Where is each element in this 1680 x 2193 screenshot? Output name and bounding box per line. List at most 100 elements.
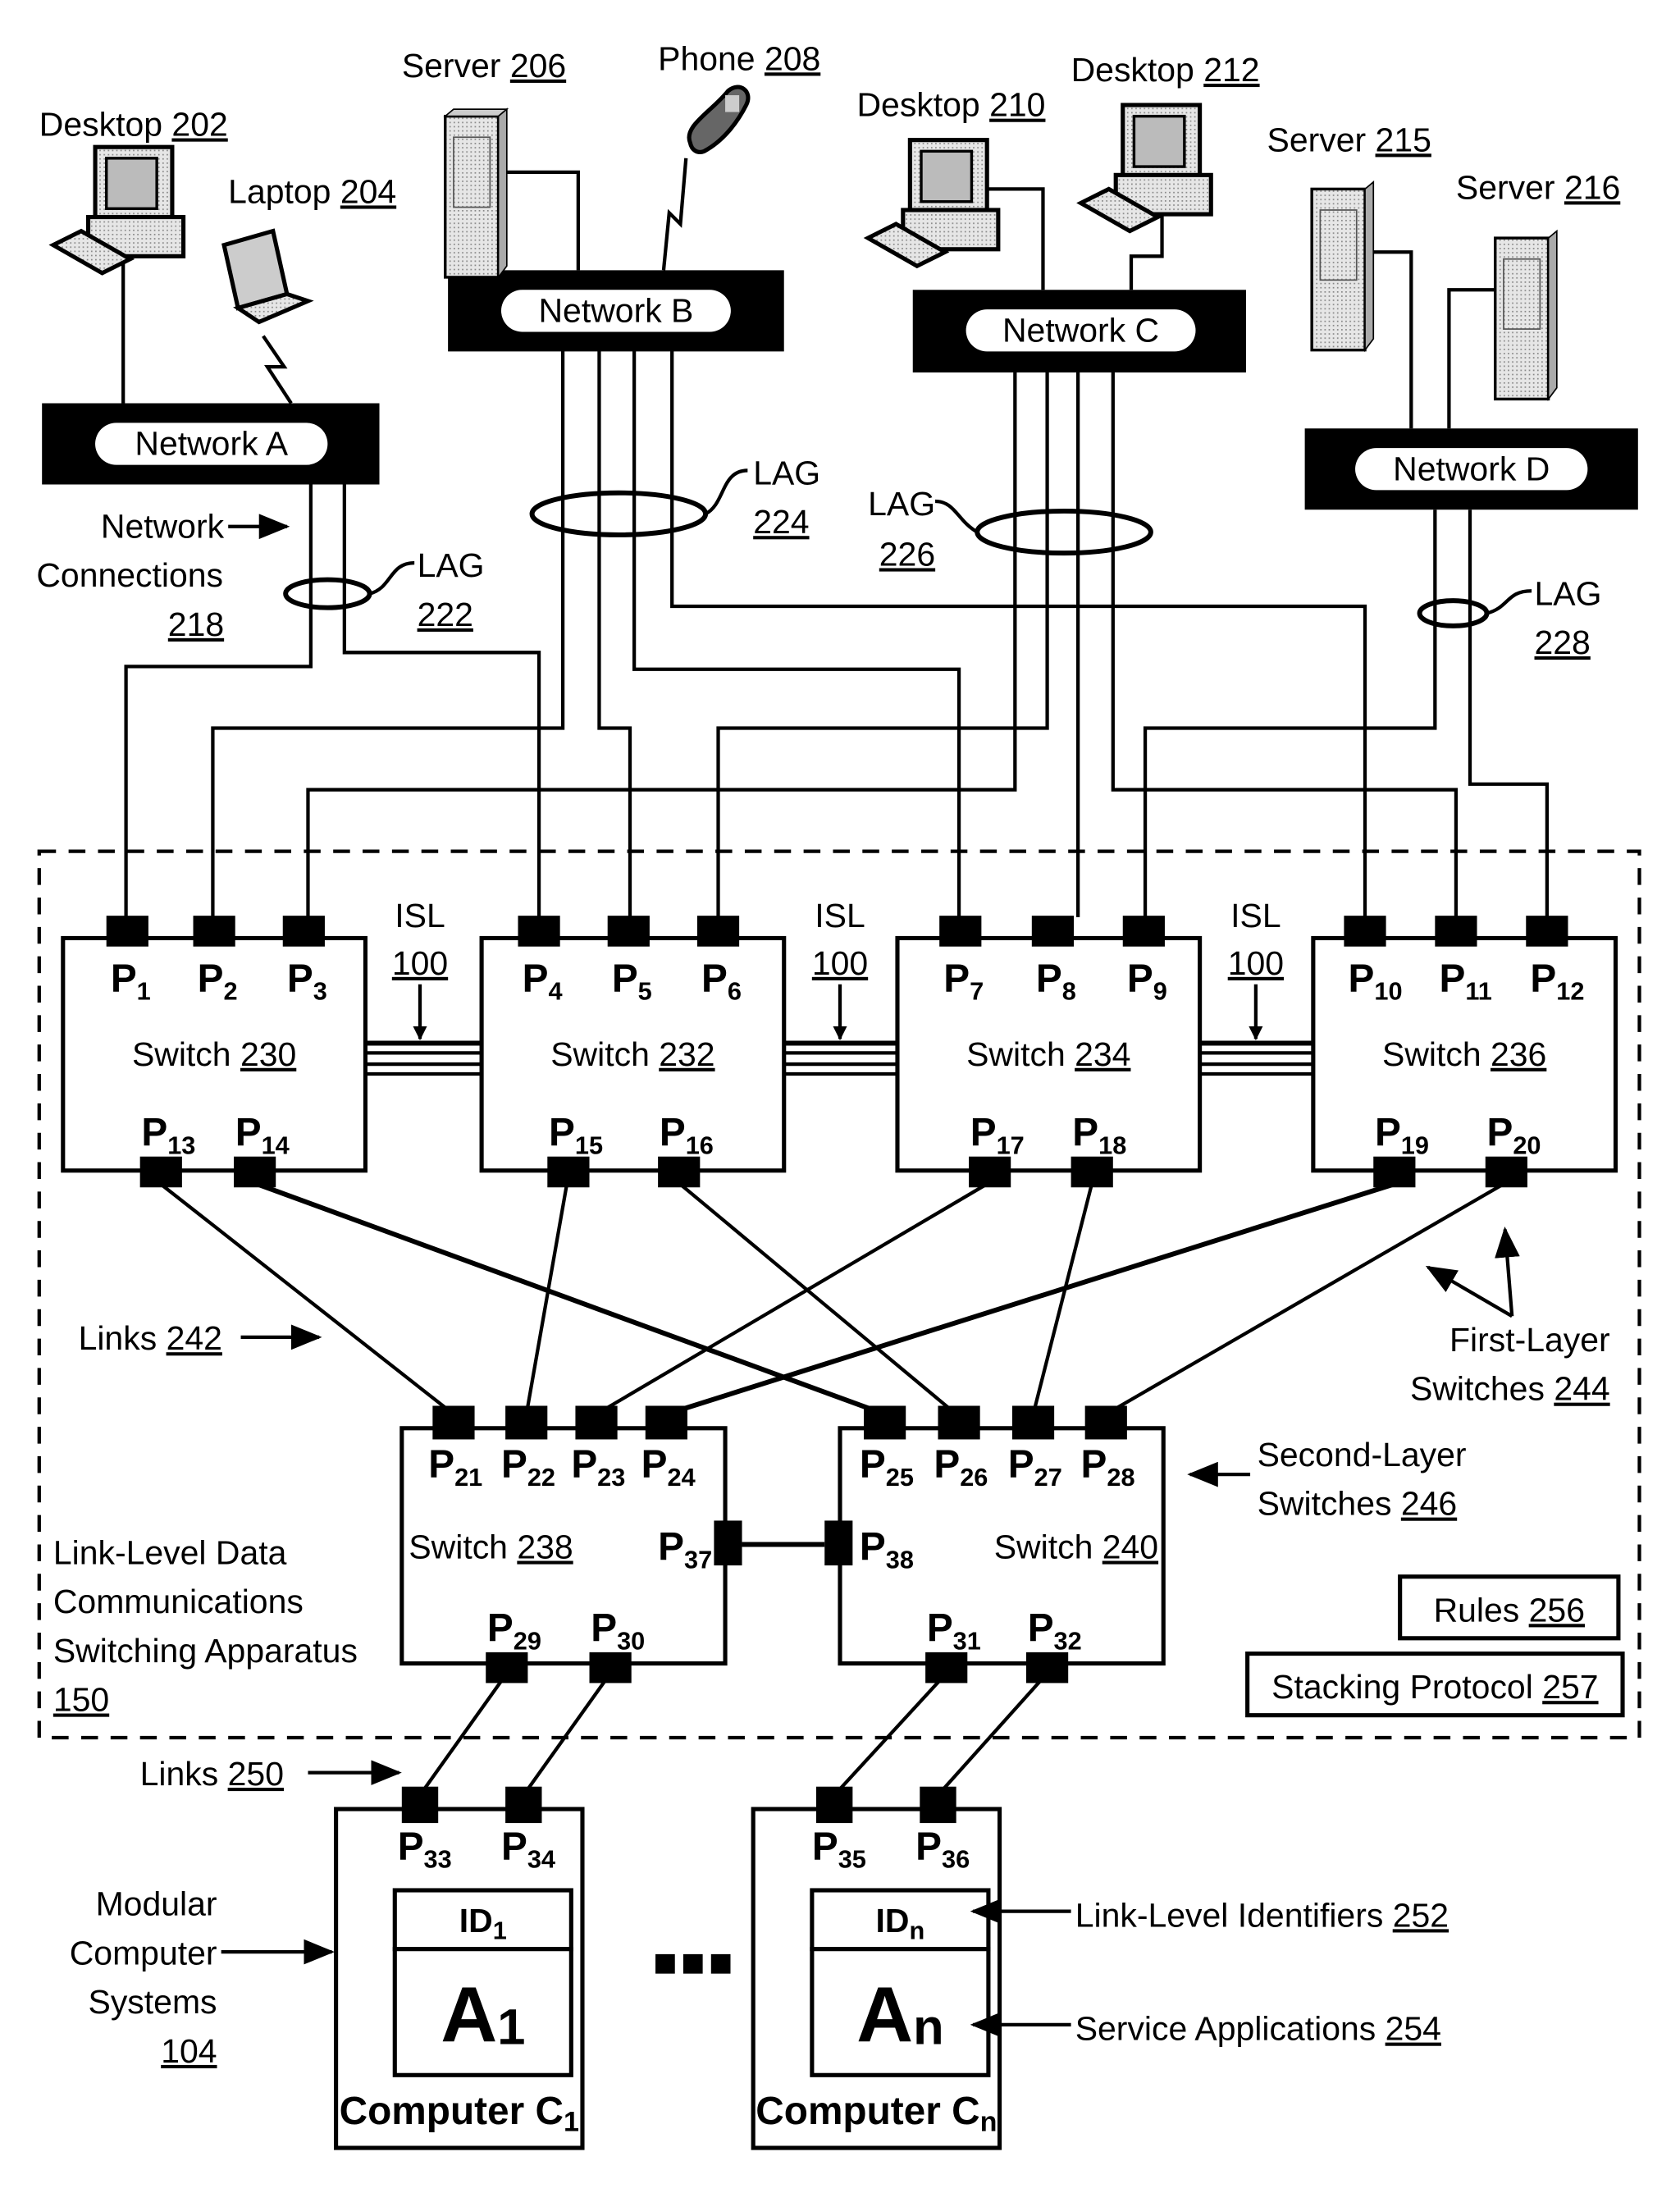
isl-ref: 100 <box>392 944 448 982</box>
device-labels: Desktop 202 Laptop 204 Server 206 Phone … <box>39 39 1621 210</box>
port-p2 <box>193 916 235 947</box>
port-p10 <box>1344 916 1386 947</box>
desktop-202-label: Desktop 202 <box>39 106 228 144</box>
port-p35 <box>815 1786 853 1824</box>
computer-name: Computer C1 <box>340 2090 579 2138</box>
switch-234-label: Switch 234 <box>966 1035 1130 1073</box>
lag-224-ref: 224 <box>753 503 809 541</box>
port-p22 <box>505 1405 548 1440</box>
links-242-wires <box>158 1181 1506 1417</box>
switch-238-label: Switch 238 <box>409 1528 573 1566</box>
computer-name: Computer Cn <box>756 2090 997 2138</box>
port-p27 <box>1011 1405 1055 1440</box>
svg-text:Computer: Computer <box>70 1934 217 1971</box>
network-d-label: Network D <box>1393 450 1550 487</box>
port-p11 <box>1435 916 1477 947</box>
svg-text:Connections: Connections <box>36 556 223 594</box>
network-diagram: Network A Network B Network C Network D <box>36 39 1641 2150</box>
port-p4 <box>518 916 560 947</box>
port-p15 <box>547 1156 590 1188</box>
svg-text:Rules 256: Rules 256 <box>1434 1591 1585 1629</box>
port-p9 <box>1122 916 1165 947</box>
link-level-identifiers-label: Link-Level Identifiers 252 <box>970 1896 1449 1934</box>
svg-text:Link-Level Identifiers 252: Link-Level Identifiers 252 <box>1075 1896 1449 1934</box>
svg-text:Links 242: Links 242 <box>79 1319 222 1357</box>
port-p20 <box>1485 1156 1527 1188</box>
network-b-label: Network B <box>538 292 693 330</box>
lag-222-label: LAG <box>418 546 485 584</box>
port-p1 <box>106 916 148 947</box>
desktop-icon <box>48 144 186 276</box>
laptop-204-label: Laptop 204 <box>228 172 396 210</box>
svg-text:150: 150 <box>53 1681 109 1719</box>
computer-1: P33 P34ID1A1Computer C1 <box>334 1786 585 2150</box>
port-p29 <box>486 1652 528 1684</box>
apparatus-label: Link-Level Data Communications Switching… <box>53 1533 358 1718</box>
network-connections-label: Network Connections 218 <box>36 507 290 643</box>
port-p38 <box>824 1520 853 1566</box>
svg-text:Second-Layer: Second-Layer <box>1258 1436 1467 1473</box>
svg-text:218: 218 <box>168 605 224 643</box>
port-p3 <box>282 916 325 947</box>
rules-box: Rules 256 <box>1398 1574 1621 1641</box>
svg-text:Communications: Communications <box>53 1583 304 1620</box>
port-p5 <box>607 916 650 947</box>
lag-228-ellipse <box>1417 598 1490 628</box>
lag-222-ref: 222 <box>418 596 473 633</box>
computer-2: P35 P36IDnAnComputer Cn <box>751 1786 1002 2150</box>
lag-224-label: LAG <box>753 455 820 492</box>
desktop-icon <box>863 103 1213 269</box>
isl-ref: 100 <box>812 944 868 982</box>
second-layer-switches-label: Second-Layer Switches 246 <box>1187 1436 1467 1523</box>
port-p37 <box>714 1520 742 1566</box>
server-215-label: Server 215 <box>1267 121 1431 158</box>
port-p23 <box>575 1405 618 1440</box>
isl-label: ISL <box>1230 897 1281 934</box>
svg-text:Stacking Protocol 257: Stacking Protocol 257 <box>1271 1668 1598 1706</box>
network-a-label: Network A <box>135 425 288 463</box>
network-c-label: Network C <box>1002 311 1159 349</box>
server-206-label: Server 206 <box>402 47 566 85</box>
switch-238: P21 P22 P23 P24P29 P30Switch 238 P37 <box>399 1405 742 1684</box>
switch-236: P10 P11 P12P19 P20Switch 236 <box>1311 916 1618 1188</box>
isl-ref: 100 <box>1228 944 1284 982</box>
isl-label: ISL <box>395 897 445 934</box>
isl-1: ISL 100 <box>365 897 482 1076</box>
port-p8 <box>1031 916 1075 947</box>
port-p28 <box>1084 1405 1127 1440</box>
port-p7 <box>939 916 982 947</box>
switch-240-label: Switch 240 <box>994 1528 1158 1566</box>
port-p33 <box>401 1786 439 1824</box>
lag-226-ref: 226 <box>879 535 935 573</box>
switch-232: P4 P5 P6P15 P16Switch 232 <box>479 916 787 1188</box>
port-p17 <box>969 1156 1011 1188</box>
links-250-label: Links 250 <box>140 1755 402 1793</box>
port-p12 <box>1526 916 1568 947</box>
switch-232-label: Switch 232 <box>550 1035 714 1073</box>
svg-text:Switches 244: Switches 244 <box>1410 1370 1610 1408</box>
server-216-label: Server 216 <box>1456 168 1620 206</box>
port-p34 <box>505 1786 542 1824</box>
port-p16 <box>658 1156 701 1188</box>
svg-text:Modular: Modular <box>96 1885 217 1923</box>
links-250-wires <box>418 1672 1049 1797</box>
port-p25 <box>864 1405 906 1440</box>
lag-228-label: LAG <box>1535 574 1602 612</box>
port-p32 <box>1025 1652 1069 1684</box>
service-applications-label: Service Applications 254 <box>970 2010 1441 2048</box>
laptop-icon <box>221 228 314 325</box>
phone-208-label: Phone 208 <box>658 39 820 77</box>
svg-text:Service Applications 254: Service Applications 254 <box>1075 2010 1441 2048</box>
stacking-protocol-box: Stacking Protocol 257 <box>1245 1652 1625 1718</box>
second-layer-switches: P21 P22 P23 P24P29 P30Switch 238 P37 P25 P26 P27… <box>399 1405 1166 1684</box>
svg-text:Systems: Systems <box>89 1983 217 2021</box>
port-p24 <box>645 1405 687 1440</box>
lag-224-ellipse <box>529 490 709 537</box>
port-p21 <box>432 1405 475 1440</box>
switch-230-label: Switch 230 <box>132 1035 296 1073</box>
lag-222-ellipse <box>283 577 372 610</box>
port-p31 <box>925 1652 968 1684</box>
lag-226-ellipse <box>975 508 1153 556</box>
svg-text:Switching Apparatus: Switching Apparatus <box>53 1632 358 1670</box>
links-242-label: Links 242 <box>79 1319 322 1357</box>
